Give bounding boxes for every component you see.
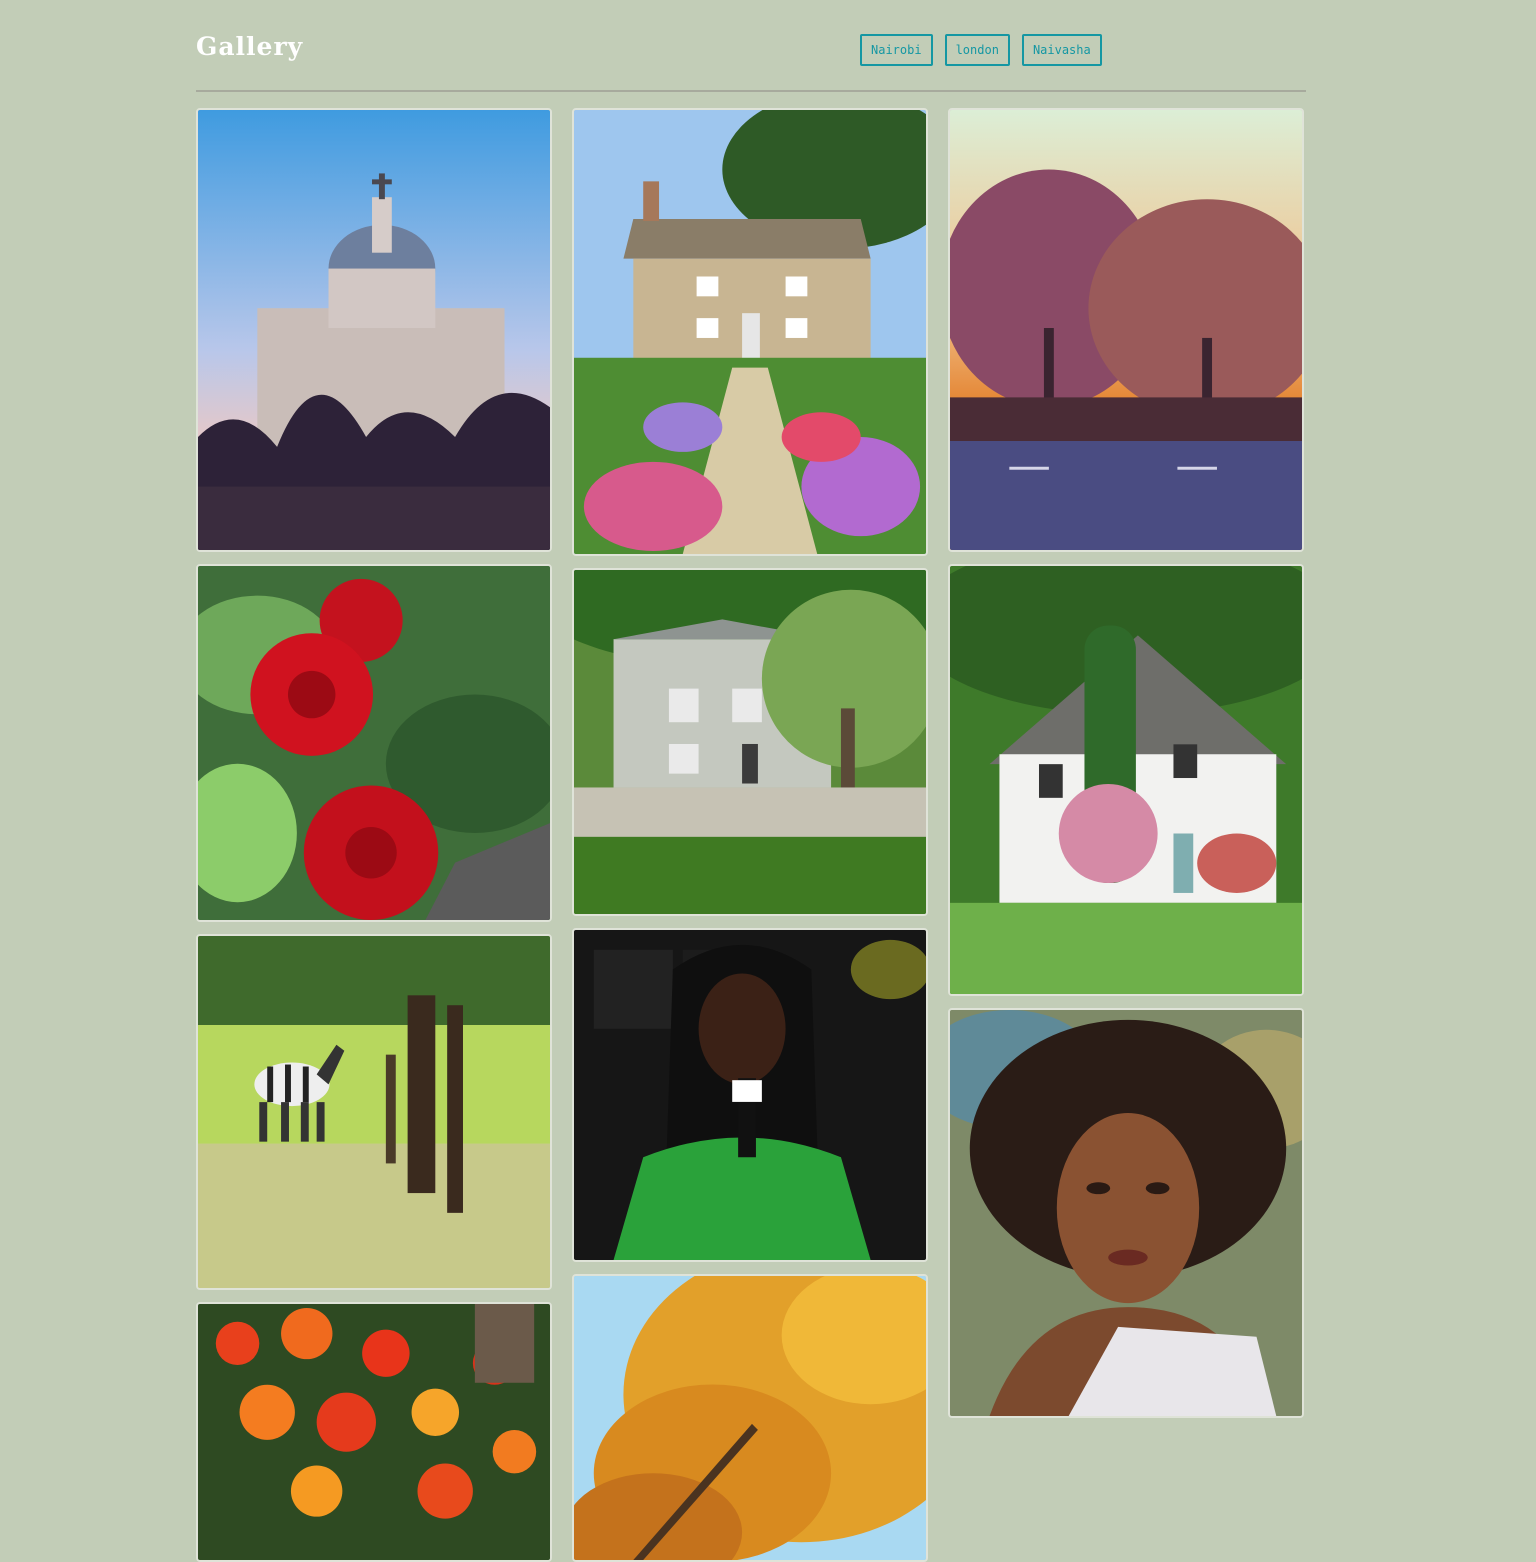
filter-button-naivasha[interactable]: Naivasha: [1021, 34, 1102, 66]
gallery-image-sunset-trees[interactable]: [948, 108, 1304, 552]
gallery-image-white-house[interactable]: [948, 564, 1304, 996]
gallery-image-country-manor[interactable]: [572, 568, 928, 916]
page-header: Gallery Nairobi london Naivasha: [196, 28, 1306, 78]
header-divider: [196, 90, 1306, 92]
gallery-image-autumn-tree[interactable]: [572, 1274, 928, 1562]
filter-button-nairobi[interactable]: Nairobi: [860, 34, 933, 66]
gallery-image-stone-cottage[interactable]: [572, 108, 928, 556]
gallery-image-woman-microphone[interactable]: [572, 928, 928, 1262]
gallery-image-cathedral[interactable]: [196, 108, 552, 552]
gallery-image-zebra[interactable]: [196, 934, 552, 1290]
filter-button-london[interactable]: london: [944, 34, 1010, 66]
gallery-image-portrait-painting[interactable]: [948, 1008, 1304, 1418]
filter-bar: Nairobi london Naivasha: [860, 34, 1102, 66]
gallery-image-roses[interactable]: [196, 564, 552, 922]
page-title: Gallery: [196, 32, 304, 61]
gallery-image-orange-flowers[interactable]: [196, 1302, 552, 1562]
